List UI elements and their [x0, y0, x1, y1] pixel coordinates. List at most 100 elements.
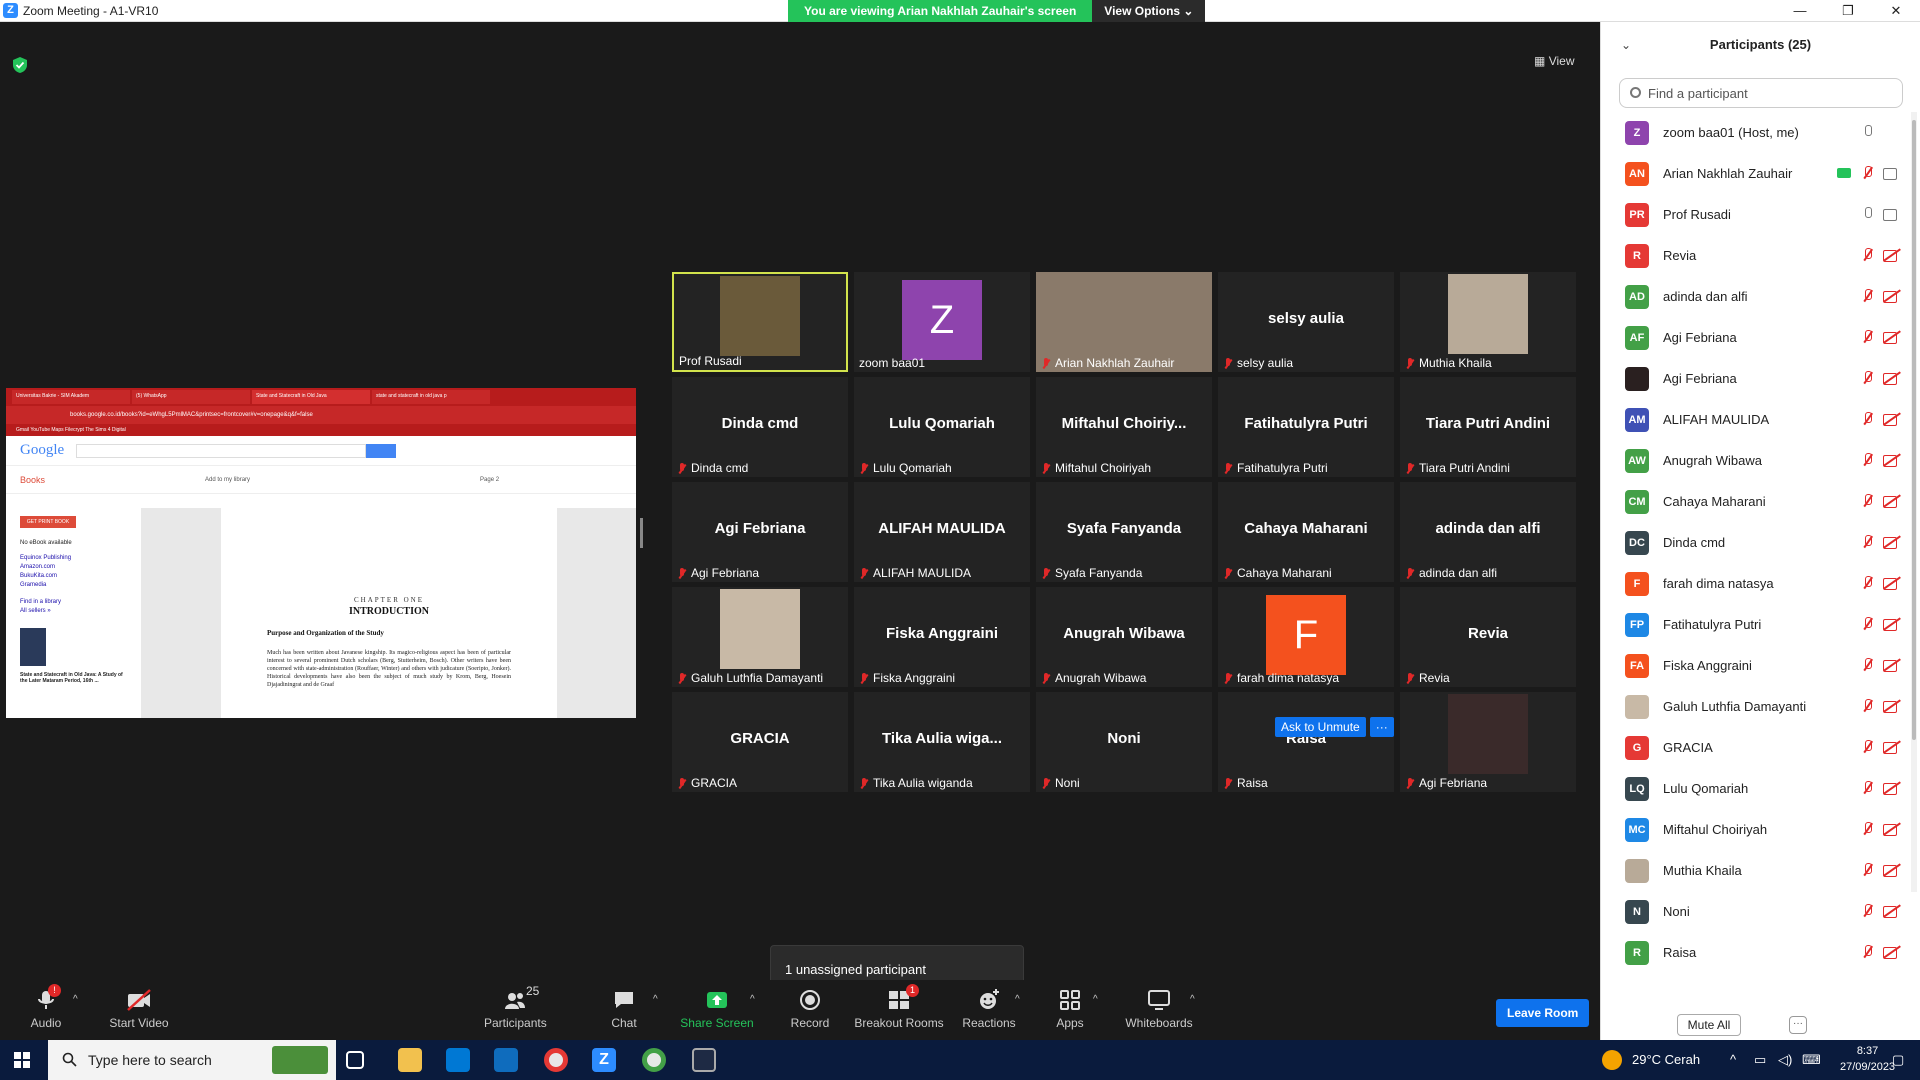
participant-row[interactable]: Muthia Khaila	[1601, 850, 1911, 891]
video-tile[interactable]: selsy aulia selsy aulia	[1218, 272, 1394, 372]
video-tile[interactable]: Dinda cmd Dinda cmd	[672, 377, 848, 477]
participant-row[interactable]: LQ Lulu Qomariah	[1601, 768, 1911, 809]
camera-off-icon[interactable]	[1883, 905, 1901, 918]
whiteboards-button[interactable]: Whiteboards	[1124, 988, 1194, 1030]
video-tile[interactable]: Cahaya Maharani Cahaya Maharani	[1218, 482, 1394, 582]
split-resize-handle[interactable]	[640, 518, 643, 548]
camera-off-icon[interactable]	[1883, 577, 1901, 590]
zoom-taskbar-icon[interactable]: Z	[592, 1048, 616, 1072]
mic-muted-icon[interactable]	[1861, 658, 1873, 672]
video-tile[interactable]: Fiska Anggraini Fiska Anggraini	[854, 587, 1030, 687]
video-tile[interactable]: Galuh Luthfia Damayanti	[672, 587, 848, 687]
keyboard-icon[interactable]: ⌨	[1802, 1052, 1821, 1068]
mic-muted-icon[interactable]	[1861, 166, 1873, 180]
taskbar-clock[interactable]: 8:37 27/09/2023	[1840, 1043, 1895, 1075]
whiteboards-options-caret[interactable]: ^	[1190, 994, 1195, 1005]
mic-muted-icon[interactable]	[1861, 248, 1873, 262]
scrollbar-thumb[interactable]	[1912, 120, 1916, 740]
participant-row[interactable]: MC Miftahul Choiriyah	[1601, 809, 1911, 850]
participant-row[interactable]: DC Dinda cmd	[1601, 522, 1911, 563]
video-tile[interactable]: Fatihatulyra Putri Fatihatulyra Putri	[1218, 377, 1394, 477]
mic-muted-icon[interactable]	[1861, 822, 1873, 836]
close-button[interactable]: ✕	[1876, 1, 1916, 21]
camera-off-icon[interactable]	[1883, 372, 1901, 385]
video-tile[interactable]: Tika Aulia wiga... Tika Aulia wiganda	[854, 692, 1030, 792]
chat-button[interactable]: Chat	[606, 988, 642, 1030]
camera-off-icon[interactable]	[1883, 700, 1901, 713]
notifications-icon[interactable]: ▢	[1892, 1052, 1904, 1068]
mic-muted-icon[interactable]	[1861, 371, 1873, 385]
view-layout-button[interactable]: ▦ View	[1534, 54, 1574, 68]
audio-options-caret[interactable]: ^	[73, 994, 78, 1005]
participant-row[interactable]: AW Anugrah Wibawa	[1601, 440, 1911, 481]
windows-start-icon[interactable]	[14, 1052, 30, 1068]
mute-all-button[interactable]: Mute All	[1677, 1014, 1741, 1036]
video-tile[interactable]: Prof Rusadi	[672, 272, 848, 372]
camera-off-icon[interactable]	[1883, 249, 1901, 262]
ask-to-unmute-button[interactable]: Ask to Unmute	[1275, 717, 1366, 737]
taskbar-search-box[interactable]: Type here to search	[48, 1040, 336, 1080]
video-tile[interactable]: Ffarah dima natasya	[1218, 587, 1394, 687]
reactions-options-caret[interactable]: ^	[1015, 994, 1020, 1005]
mic-muted-icon[interactable]	[1861, 330, 1873, 344]
record-button[interactable]: Record	[786, 988, 834, 1030]
panel-more-button[interactable]: ···	[1789, 1016, 1807, 1034]
chrome-profile-icon[interactable]	[642, 1048, 666, 1072]
microsoft-store-icon[interactable]	[446, 1048, 470, 1072]
chat-options-caret[interactable]: ^	[653, 994, 658, 1005]
video-tile[interactable]: Syafa Fanyanda Syafa Fanyanda	[1036, 482, 1212, 582]
mic-muted-icon[interactable]	[1861, 453, 1873, 467]
camera-icon[interactable]	[1883, 208, 1901, 221]
participant-row[interactable]: AN Arian Nakhlah Zauhair	[1601, 153, 1911, 194]
participant-row[interactable]: Zzoom baa01 (Host, me)	[1601, 112, 1911, 153]
participants-button[interactable]: 25 Participants	[484, 984, 547, 1030]
participant-row[interactable]: PR Prof Rusadi	[1601, 194, 1911, 235]
participant-row[interactable]: R Revia	[1601, 235, 1911, 276]
camera-off-icon[interactable]	[1883, 536, 1901, 549]
participant-row[interactable]: AM ALIFAH MAULIDA	[1601, 399, 1911, 440]
mic-muted-icon[interactable]	[1861, 412, 1873, 426]
camera-off-icon[interactable]	[1883, 454, 1901, 467]
apps-options-caret[interactable]: ^	[1093, 994, 1098, 1005]
video-tile[interactable]: Raisa Raisa	[1218, 692, 1394, 792]
view-options-button[interactable]: View Options ⌄	[1092, 0, 1206, 22]
task-view-icon[interactable]	[346, 1051, 364, 1069]
volume-icon[interactable]: ◁)	[1778, 1052, 1792, 1068]
participant-row[interactable]: G GRACIA	[1601, 727, 1911, 768]
mic-muted-icon[interactable]	[1861, 576, 1873, 590]
tray-overflow-icon[interactable]: ^	[1730, 1052, 1736, 1067]
camera-off-icon[interactable]	[1883, 413, 1901, 426]
participant-row[interactable]: Galuh Luthfia Damayanti	[1601, 686, 1911, 727]
camera-off-icon[interactable]	[1883, 618, 1901, 631]
mic-muted-icon[interactable]	[1861, 740, 1873, 754]
camera-icon[interactable]	[1883, 167, 1901, 180]
video-tile[interactable]: Revia Revia	[1400, 587, 1576, 687]
share-options-caret[interactable]: ^	[750, 994, 755, 1005]
camera-app-icon[interactable]	[692, 1048, 716, 1072]
find-participant-input[interactable]: Find a participant	[1619, 78, 1903, 108]
mic-muted-icon[interactable]	[1861, 904, 1873, 918]
camera-off-icon[interactable]	[1883, 946, 1901, 959]
tile-more-button[interactable]: ···	[1369, 717, 1394, 737]
minimize-button[interactable]: —	[1780, 1, 1820, 21]
mic-muted-icon[interactable]	[1861, 781, 1873, 795]
video-tile[interactable]: Miftahul Choiriy... Miftahul Choiriyah	[1036, 377, 1212, 477]
security-shield-icon[interactable]	[12, 56, 28, 74]
video-tile[interactable]: adinda dan alfi adinda dan alfi	[1400, 482, 1576, 582]
chrome-icon[interactable]	[544, 1048, 568, 1072]
video-tile[interactable]: Muthia Khaila	[1400, 272, 1576, 372]
participant-list-scrollbar[interactable]	[1911, 112, 1917, 892]
video-tile[interactable]: Agi Febriana Agi Febriana	[672, 482, 848, 582]
camera-off-icon[interactable]	[1883, 782, 1901, 795]
participant-row[interactable]: Agi Febriana	[1601, 358, 1911, 399]
participant-row[interactable]: R Raisa	[1601, 932, 1911, 973]
mail-icon[interactable]	[494, 1048, 518, 1072]
participant-row[interactable]: FP Fatihatulyra Putri	[1601, 604, 1911, 645]
leave-room-button[interactable]: Leave Room	[1496, 999, 1590, 1027]
video-tile[interactable]: Arian Nakhlah Zauhair	[1036, 272, 1212, 372]
participant-row[interactable]: CM Cahaya Maharani	[1601, 481, 1911, 522]
video-tile[interactable]: Lulu Qomariah Lulu Qomariah	[854, 377, 1030, 477]
participant-row[interactable]: N Noni	[1601, 891, 1911, 932]
reactions-button[interactable]: Reactions	[962, 988, 1016, 1030]
camera-off-icon[interactable]	[1883, 823, 1901, 836]
